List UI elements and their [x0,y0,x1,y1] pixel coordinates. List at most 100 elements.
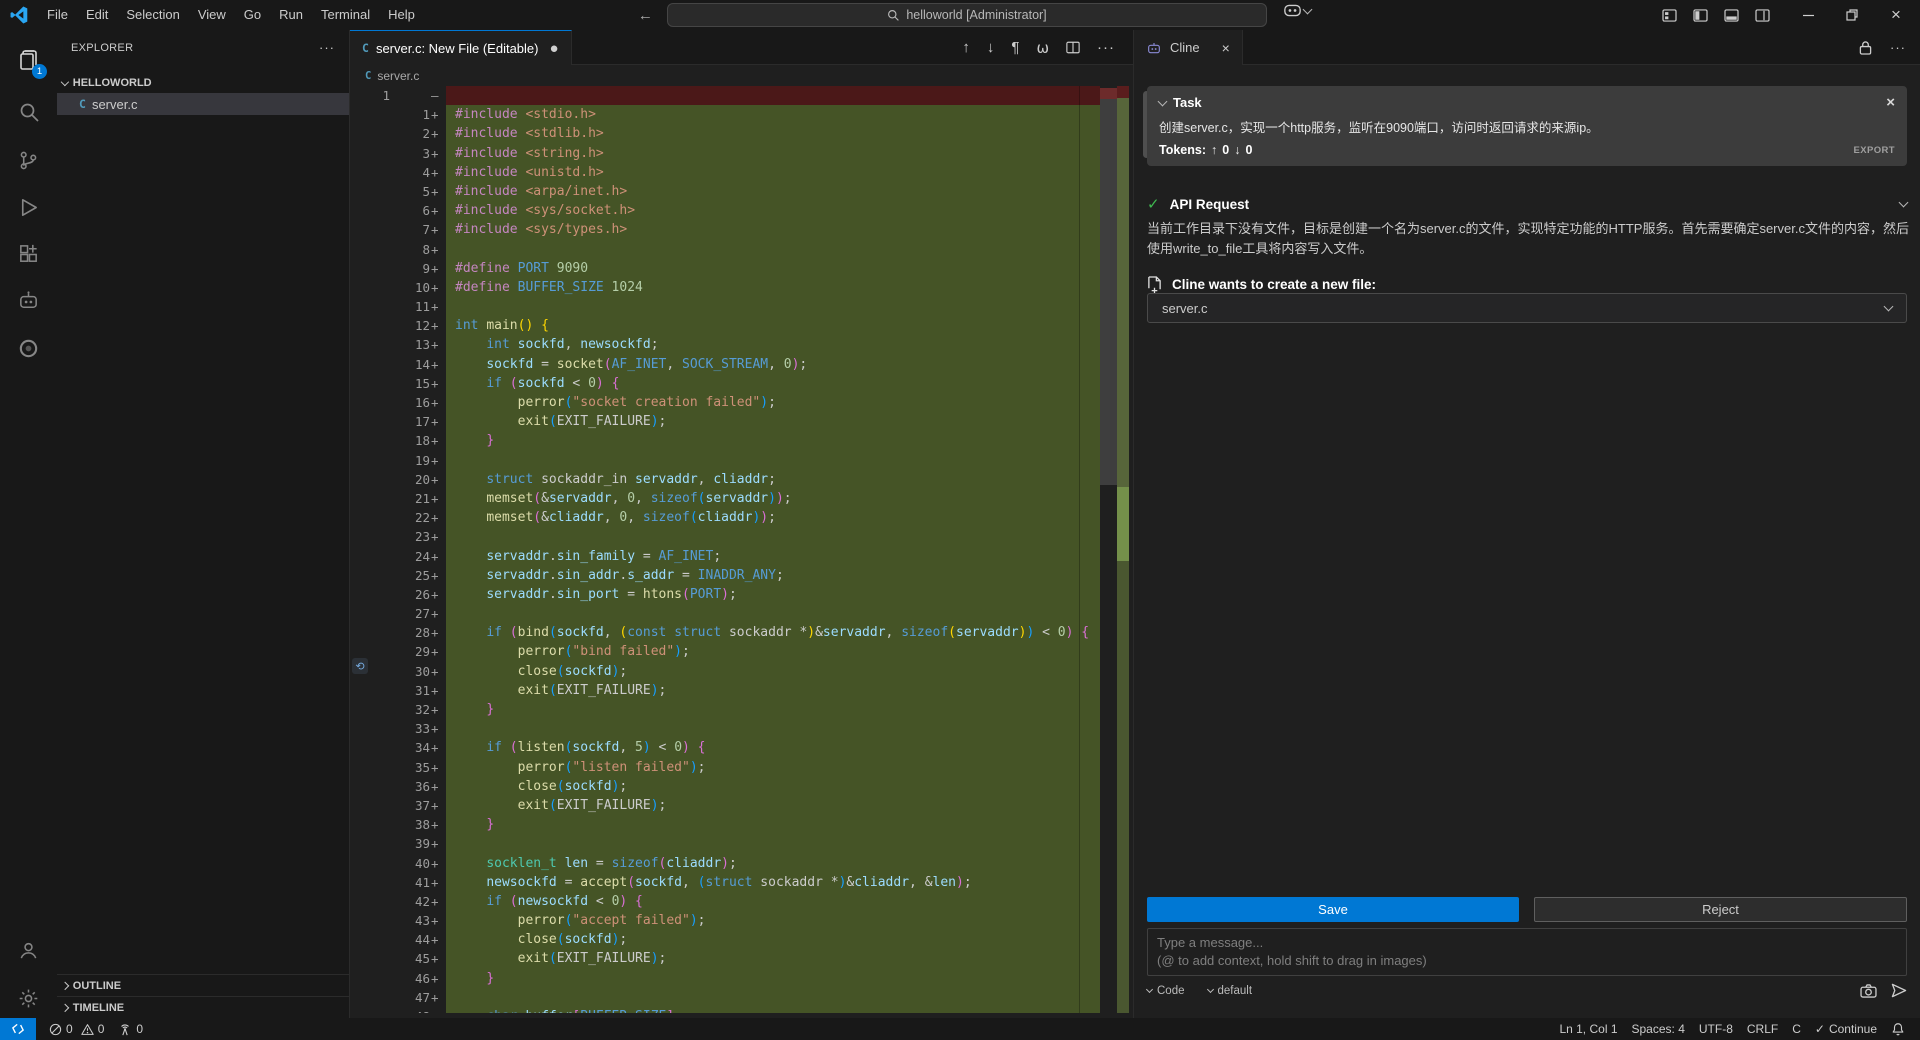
modified-dot-icon[interactable]: ● [550,40,559,57]
code-line[interactable]: 15+ if (sockfd < 0) { [350,374,1100,393]
notifications-bell[interactable] [1884,1018,1912,1040]
timeline-section[interactable]: TIMELINE [57,996,349,1018]
code-line[interactable]: 7+#include <sys/types.h> [350,220,1100,239]
explorer-activity-icon[interactable]: 1 [0,38,57,82]
code-line[interactable]: 34+ if (listen(sockfd, 5) < 0) { [350,738,1100,757]
map-view-icon[interactable]: ω [1036,39,1049,57]
language-mode[interactable]: C [1785,1018,1808,1040]
message-input[interactable]: Type a message... (@ to add context, hol… [1147,928,1907,976]
menu-go[interactable]: Go [235,4,270,26]
new-file-path-box[interactable]: server.c [1147,293,1907,323]
save-button[interactable]: Save [1147,897,1519,922]
menu-help[interactable]: Help [379,4,424,26]
code-line[interactable]: 48+ char buffer[BUFFER_SIZE]; [350,1007,1100,1013]
toggle-panel-icon[interactable] [1724,9,1739,22]
code-line[interactable]: 16+ perror("socket creation failed"); [350,393,1100,412]
settings-gear-icon[interactable] [0,976,57,1020]
minimize-button[interactable] [1786,0,1830,30]
indentation[interactable]: Spaces: 4 [1625,1018,1692,1040]
code-line[interactable]: 33+ [350,719,1100,738]
code-line[interactable]: 35+ perror("listen failed"); [350,758,1100,777]
code-line[interactable]: 4+#include <unistd.h> [350,163,1100,182]
code-line[interactable]: 8+ [350,240,1100,259]
customize-layout-icon[interactable] [1662,9,1677,22]
restore-button[interactable] [1830,0,1874,30]
close-icon[interactable]: × [1222,40,1230,56]
source-control-activity-icon[interactable] [0,138,57,182]
continue-extension[interactable]: ✓ Continue [1808,1018,1884,1040]
folder-root-row[interactable]: HELLOWORLD [57,72,349,94]
code-line[interactable]: 46+ } [350,969,1100,988]
cursor-position[interactable]: Ln 1, Col 1 [1552,1018,1624,1040]
code-line[interactable]: 14+ sockfd = socket(AF_INET, SOCK_STREAM… [350,355,1100,374]
code-line[interactable]: 36+ close(sockfd); [350,777,1100,796]
views-more-actions-icon[interactable]: ··· [319,40,335,55]
model-selector[interactable]: default [1208,985,1253,997]
problems-indicator[interactable]: 0 0 [42,1018,111,1040]
code-line[interactable]: 9+#define PORT 9090 [350,259,1100,278]
code-line[interactable]: 1+#include <stdio.h> [350,105,1100,124]
copilot-menu[interactable] [1284,4,1311,17]
menu-terminal[interactable]: Terminal [312,4,379,26]
code-line[interactable]: 32+ } [350,700,1100,719]
menu-selection[interactable]: Selection [117,4,188,26]
revert-change-icon[interactable]: ⟲ [352,658,368,674]
code-line[interactable]: 40+ socklen_t len = sizeof(cliaddr); [350,854,1100,873]
code-line[interactable]: 28+ if (bind(sockfd, (const struct socka… [350,623,1100,642]
previous-change-icon[interactable]: ↑ [962,39,970,56]
code-line[interactable]: 2+#include <stdlib.h> [350,124,1100,143]
lock-icon[interactable] [1859,40,1872,55]
code-line[interactable]: 17+ exit(EXIT_FAILURE); [350,412,1100,431]
encoding[interactable]: UTF-8 [1692,1018,1740,1040]
close-task-icon[interactable]: × [1886,94,1895,111]
code-line[interactable]: 23+ [350,527,1100,546]
code-line[interactable]: 47+ [350,988,1100,1007]
toggle-secondary-sidebar-icon[interactable] [1755,9,1770,22]
outline-section[interactable]: OUTLINE [57,974,349,996]
code-line[interactable]: 21+ memset(&servaddr, 0, sizeof(servaddr… [350,489,1100,508]
code-line[interactable]: 29+ perror("bind failed"); [350,642,1100,661]
chevron-down-icon[interactable] [1899,198,1909,208]
command-center-search[interactable]: helloworld [Administrator] [667,3,1267,27]
mode-selector[interactable]: Code [1147,985,1185,997]
code-line[interactable]: 13+ int sockfd, newsockfd; [350,335,1100,354]
accounts-icon[interactable] [0,928,57,972]
code-line[interactable]: 41+ newsockfd = accept(sockfd, (struct s… [350,873,1100,892]
code-line[interactable]: 43+ perror("accept failed"); [350,911,1100,930]
code-line[interactable]: 24+ servaddr.sin_family = AF_INET; [350,547,1100,566]
task-header[interactable]: Task × [1159,94,1895,111]
close-button[interactable]: × [1874,0,1918,30]
api-request-row[interactable]: ✓ API Request [1147,195,1907,213]
reject-button[interactable]: Reject [1534,897,1907,922]
tab-cline[interactable]: Cline × [1134,30,1243,65]
code-line[interactable]: 19+ [350,451,1100,470]
code-line[interactable]: 1– [350,86,1100,105]
scrollbar-slider[interactable] [1100,99,1117,485]
cline-activity-icon[interactable] [0,278,57,322]
code-line[interactable]: 26+ servaddr.sin_port = htons(PORT); [350,585,1100,604]
code-line[interactable]: 42+ if (newsockfd < 0) { [350,892,1100,911]
eol-sequence[interactable]: CRLF [1740,1018,1785,1040]
code-line[interactable]: 44+ close(sockfd); [350,930,1100,949]
code-line[interactable]: 18+ } [350,431,1100,450]
code-line[interactable]: 5+#include <arpa/inet.h> [350,182,1100,201]
code-line[interactable]: 6+#include <sys/socket.h> [350,201,1100,220]
code-line[interactable]: 30+ close(sockfd); [350,662,1100,681]
code-line[interactable]: 3+#include <string.h> [350,144,1100,163]
file-row-server-c[interactable]: C server.c [57,93,349,115]
code-line[interactable]: 25+ servaddr.sin_addr.s_addr = INADDR_AN… [350,566,1100,585]
extensions-activity-icon[interactable] [0,232,57,276]
export-button[interactable]: EXPORT [1854,145,1895,156]
toggle-whitespace-icon[interactable]: ¶ [1011,39,1019,56]
menu-view[interactable]: View [189,4,235,26]
toggle-primary-sidebar-icon[interactable] [1693,9,1708,22]
code-line[interactable]: 39+ [350,834,1100,853]
code-line[interactable]: 10+#define BUFFER_SIZE 1024 [350,278,1100,297]
code-line[interactable]: 27+ [350,604,1100,623]
code-line[interactable]: 38+ } [350,815,1100,834]
menu-file[interactable]: File [38,4,77,26]
camera-icon[interactable] [1860,984,1877,998]
more-actions-icon[interactable]: ··· [1097,39,1115,56]
search-activity-icon[interactable] [0,90,57,134]
send-icon[interactable] [1891,983,1907,998]
